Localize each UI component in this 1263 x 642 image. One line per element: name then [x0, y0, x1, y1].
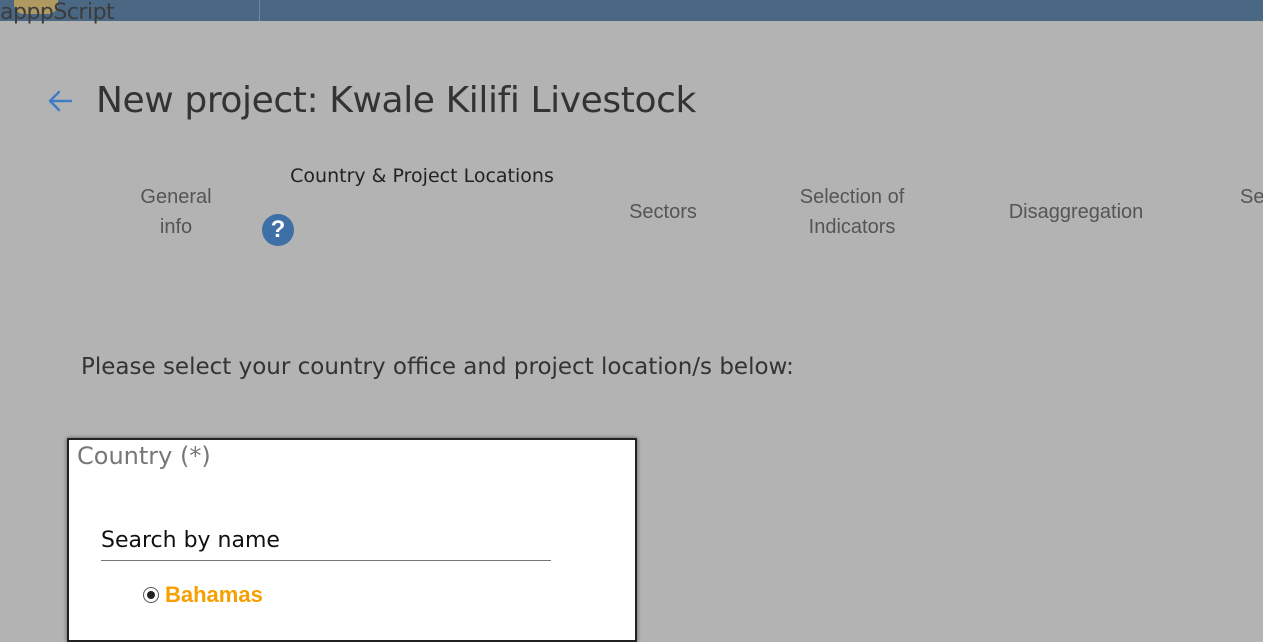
top-navbar: apppScript: [0, 0, 1263, 25]
step-label: Sectors: [629, 201, 697, 223]
step-truncated[interactable]: Se: [1240, 182, 1263, 212]
country-card-title: Country (*): [77, 442, 211, 470]
navbar-divider: [259, 0, 260, 21]
step-disaggregation[interactable]: Disaggregation: [998, 197, 1154, 227]
page-header: New project: Kwale Kilifi Livestock: [44, 56, 696, 145]
step-label: Se: [1240, 186, 1263, 208]
app-logo-text: apppScript: [0, 0, 115, 25]
step-label: Country & Project Locations: [290, 165, 554, 187]
step-sectors[interactable]: Sectors: [612, 197, 714, 227]
radio-selected-icon[interactable]: [143, 587, 159, 603]
step-selection-of-indicators[interactable]: Selection of Indicators: [786, 182, 918, 242]
country-selector-card: Country (*) Bahamas: [67, 438, 637, 642]
step-label: Selection of Indicators: [799, 186, 905, 238]
step-general-info[interactable]: General info: [126, 182, 226, 242]
country-search-input[interactable]: [101, 520, 551, 561]
instructions-text: Please select your country office and pr…: [81, 354, 794, 380]
arrow-left-icon: [48, 90, 73, 111]
country-option-label: Bahamas: [165, 582, 263, 607]
question-icon[interactable]: ?: [262, 214, 294, 246]
back-button[interactable]: [44, 79, 76, 123]
step-label: Disaggregation: [1008, 201, 1144, 223]
page-title: New project: Kwale Kilifi Livestock: [96, 80, 696, 122]
step-label: General info: [140, 186, 212, 238]
step-country-project-locations[interactable]: Country & Project Locations: [281, 161, 563, 191]
country-option-bahamas[interactable]: Bahamas: [143, 582, 263, 608]
radio-dot: [147, 591, 155, 599]
